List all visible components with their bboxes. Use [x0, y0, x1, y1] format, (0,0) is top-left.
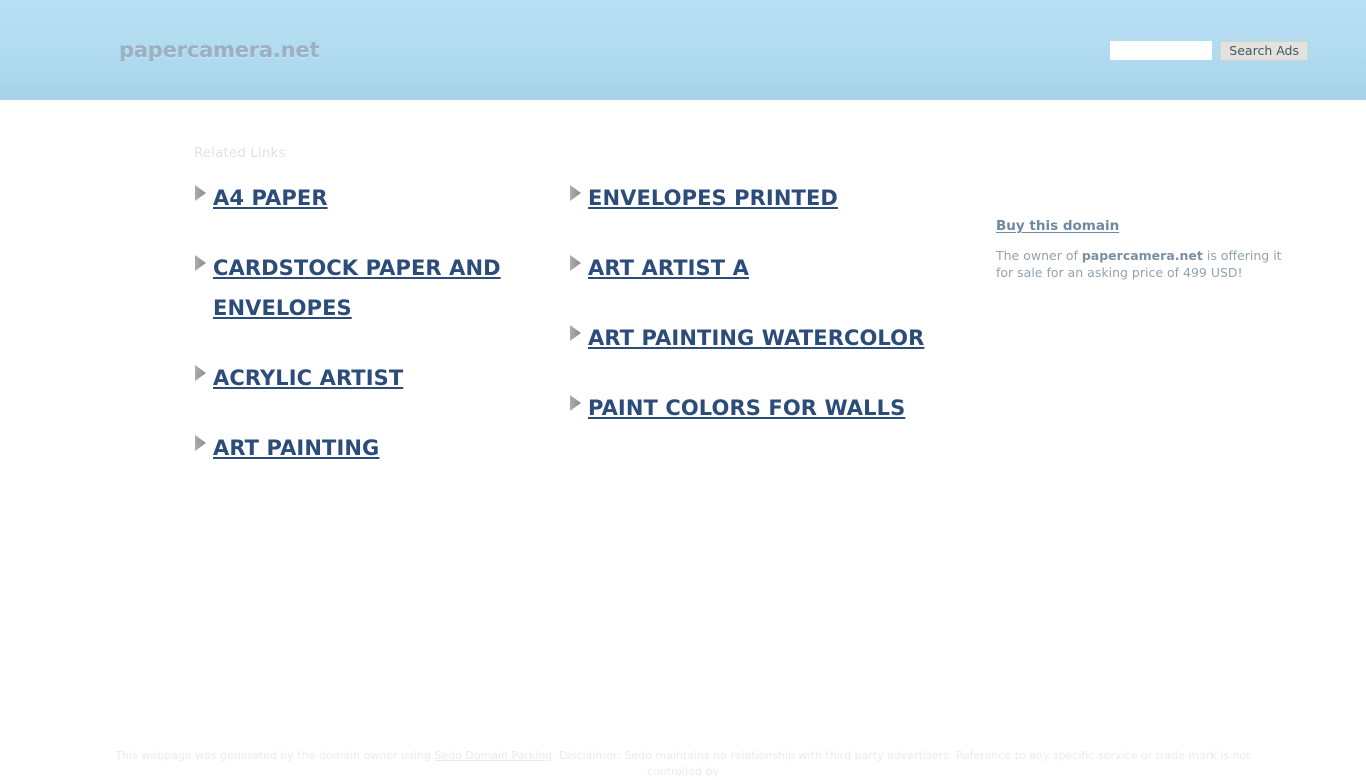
- list-item[interactable]: ART PAINTING: [194, 428, 574, 468]
- page-header: papercamera.net Search Ads: [0, 0, 1366, 100]
- related-links-column-left: A4 PAPER CARDSTOCK PAPER AND ENVELOPES A…: [194, 178, 574, 498]
- triangle-bullet-icon: [570, 325, 581, 341]
- offer-prefix: The owner of: [996, 248, 1082, 263]
- list-item[interactable]: ART PAINTING WATERCOLOR: [569, 318, 949, 358]
- list-item[interactable]: ACRYLIC ARTIST: [194, 358, 574, 398]
- triangle-bullet-icon: [570, 185, 581, 201]
- list-item[interactable]: ENVELOPES PRINTED: [569, 178, 949, 218]
- related-links-heading: Related Links: [194, 145, 286, 161]
- main-content: Related Links A4 PAPER CARDSTOCK PAPER A…: [0, 100, 1366, 720]
- triangle-bullet-icon: [195, 365, 206, 381]
- triangle-bullet-icon: [570, 395, 581, 411]
- sedo-domain-parking-link[interactable]: Sedo Domain Parking: [434, 749, 552, 762]
- triangle-bullet-icon: [195, 255, 206, 271]
- search-input[interactable]: [1110, 41, 1213, 60]
- list-item[interactable]: CARDSTOCK PAPER AND ENVELOPES: [194, 248, 574, 328]
- triangle-bullet-icon: [195, 435, 206, 451]
- buy-this-domain-link[interactable]: Buy this domain: [996, 218, 1119, 234]
- related-link[interactable]: ART PAINTING: [213, 428, 379, 468]
- page-footer: This webpage was generated by the domain…: [0, 748, 1366, 780]
- footer-text-before: This webpage was generated by the domain…: [115, 749, 435, 762]
- related-link[interactable]: ART PAINTING WATERCOLOR: [588, 318, 924, 358]
- triangle-bullet-icon: [570, 255, 581, 271]
- related-links-column-right: ENVELOPES PRINTED ART ARTIST A ART PAINT…: [569, 178, 949, 458]
- related-link[interactable]: ACRYLIC ARTIST: [213, 358, 403, 398]
- list-item[interactable]: ART ARTIST A: [569, 248, 949, 288]
- list-item[interactable]: PAINT COLORS FOR WALLS: [569, 388, 949, 428]
- footer-text-after: . Disclaimer: Sedo maintains no relation…: [552, 749, 1251, 778]
- offer-domain-name: papercamera.net: [1081, 248, 1203, 263]
- domain-offer-text: The owner of papercamera.net is offering…: [996, 247, 1298, 281]
- triangle-bullet-icon: [195, 185, 206, 201]
- header-inner: papercamera.net Search Ads: [0, 0, 1366, 100]
- site-title: papercamera.net: [119, 38, 320, 62]
- related-link[interactable]: ENVELOPES PRINTED: [588, 178, 838, 218]
- buy-domain-panel: Buy this domain The owner of papercamera…: [996, 215, 1298, 281]
- related-link[interactable]: ART ARTIST A: [588, 248, 749, 288]
- list-item[interactable]: A4 PAPER: [194, 178, 574, 218]
- related-link[interactable]: PAINT COLORS FOR WALLS: [588, 388, 905, 428]
- search-ads-button[interactable]: Search Ads: [1220, 41, 1308, 61]
- related-link[interactable]: CARDSTOCK PAPER AND ENVELOPES: [213, 248, 574, 328]
- related-link[interactable]: A4 PAPER: [213, 178, 328, 218]
- search-area: Search Ads: [1110, 41, 1308, 61]
